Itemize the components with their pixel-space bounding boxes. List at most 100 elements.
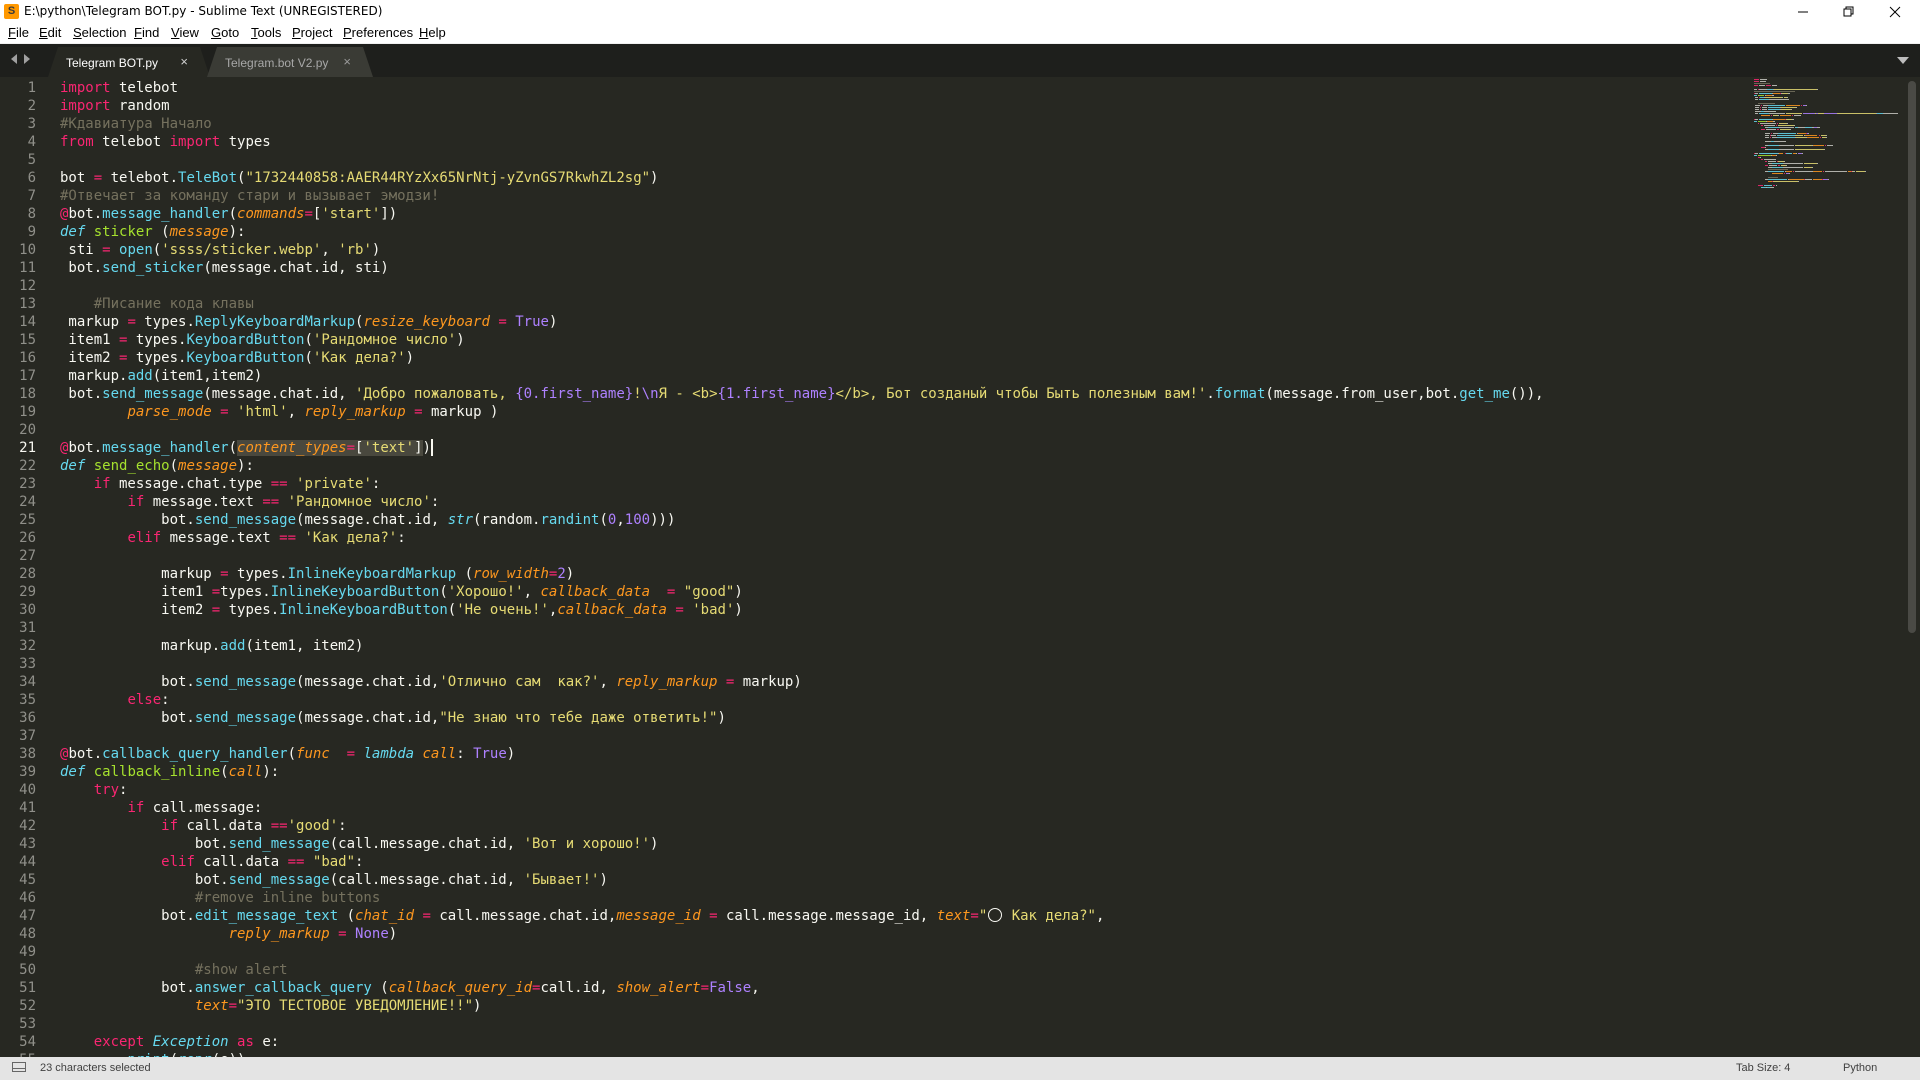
code-editor[interactable]: 1 2 3 4 5 6 7 8 9 10 11 12 13 14 15 16 17 18 19 20 21 22 23 24 2…: [0, 77, 1920, 1057]
code-line[interactable]: text="ЭТО ТЕСТОВОЕ УВЕДОМЛЕНИЕ!!"): [60, 997, 482, 1015]
restore-button[interactable]: [1826, 0, 1872, 23]
code-token: bot.: [60, 872, 229, 888]
code-area[interactable]: import telebot import random #Кдавиатура Н…: [60, 77, 1740, 1057]
menu-selection[interactable]: Selection: [73, 25, 126, 40]
line-number: 25: [19, 512, 36, 528]
code-line[interactable]: item2 = types.InlineKeyboardButton('Не о…: [60, 601, 743, 619]
code-line[interactable]: parse_mode = 'html', reply_markup = mark…: [60, 403, 498, 421]
syntax-indicator[interactable]: Python: [1843, 1062, 1877, 1074]
code-line[interactable]: bot.send_message(message.chat.id, 'Добро…: [60, 385, 1543, 403]
minimap-stroke: [1779, 145, 1795, 146]
code-line[interactable]: if message.text == 'Рандомное число':: [60, 493, 439, 511]
menu-tools[interactable]: Tools: [251, 25, 281, 40]
minimap-stroke: [1788, 93, 1790, 94]
line-number: 16: [19, 350, 36, 366]
text-cursor: [431, 439, 433, 456]
code-line[interactable]: else:: [60, 691, 169, 709]
code-token: reply_markup: [616, 674, 718, 690]
code-line[interactable]: import telebot: [60, 79, 178, 97]
code-token: types.: [220, 602, 280, 618]
code-token: telebot: [93, 134, 170, 150]
line-number: 37: [19, 728, 36, 744]
nav-back-arrow-icon[interactable]: [11, 54, 17, 64]
close-window-button[interactable]: [1872, 0, 1918, 23]
code-line[interactable]: def sticker (message):: [60, 223, 245, 241]
minimap-stroke: [1765, 85, 1772, 86]
minimap-stroke: [1763, 159, 1776, 160]
tab-size-indicator[interactable]: Tab Size: 4: [1736, 1062, 1790, 1074]
menu-find[interactable]: Find: [134, 25, 159, 40]
code-line[interactable]: item2 = types.KeyboardButton('Как дела?'…: [60, 349, 414, 367]
code-line[interactable]: from telebot import types: [60, 133, 271, 151]
minimap-stroke: [1779, 153, 1783, 154]
close-icon: [1889, 6, 1901, 17]
code-line[interactable]: try:: [60, 781, 128, 799]
panel-toggle-icon[interactable]: [12, 1062, 26, 1072]
menu-file[interactable]: File: [8, 25, 29, 40]
tab-telegram-bot-v2[interactable]: Telegram.bot V2.py ×: [207, 47, 373, 77]
menu-project[interactable]: Project: [292, 25, 332, 40]
code-token: ,: [616, 512, 625, 528]
code-line[interactable]: #Отвечает за команду стари и вызывает эм…: [60, 187, 439, 205]
code-token: resize_keyboard: [363, 314, 490, 330]
tab-close-icon[interactable]: ×: [343, 54, 351, 69]
minimap-stroke: [1760, 157, 1762, 158]
minimap-stroke: [1785, 171, 1792, 172]
code-line[interactable]: if call.data =='good':: [60, 817, 346, 835]
minimize-button[interactable]: [1780, 0, 1826, 23]
code-line[interactable]: reply_markup = None): [60, 925, 398, 943]
code-line[interactable]: markup = types.ReplyKeyboardMarkup(resiz…: [60, 313, 557, 331]
code-line[interactable]: bot.send_message(call.message.chat.id, '…: [60, 871, 608, 889]
code-line[interactable]: @bot.message_handler(commands=['start']): [60, 205, 397, 223]
code-line[interactable]: #remove inline buttons: [60, 889, 380, 907]
code-line[interactable]: #show alert: [60, 961, 288, 979]
tab-list-dropdown-icon[interactable]: [1897, 57, 1909, 64]
code-line[interactable]: #Кдавиатура Начало: [60, 115, 212, 133]
menu-help[interactable]: Help: [419, 25, 446, 40]
code-line[interactable]: @bot.callback_query_handler(func = lambd…: [60, 745, 515, 763]
code-line[interactable]: bot = telebot.TeleBot("1732440858:AAER44…: [60, 169, 658, 187]
code-line[interactable]: bot.send_sticker(message.chat.id, sti): [60, 259, 388, 277]
code-line[interactable]: except Exception as e:: [60, 1033, 279, 1051]
code-line[interactable]: import random: [60, 97, 170, 115]
menu-edit[interactable]: Edit: [39, 25, 61, 40]
tab-close-icon[interactable]: ×: [180, 54, 188, 69]
nav-forward-arrow-icon[interactable]: [24, 54, 30, 64]
minimap-stroke: [1813, 179, 1823, 180]
tab-telegram-bot[interactable]: Telegram BOT.py ×: [48, 47, 210, 77]
menu-view[interactable]: View: [171, 25, 199, 40]
code-line[interactable]: markup.add(item1, item2): [60, 637, 363, 655]
code-line[interactable]: sti = open('ssss/sticker.webp', 'rb'): [60, 241, 380, 259]
code-line[interactable]: bot.send_message(message.chat.id,"Не зна…: [60, 709, 726, 727]
code-line[interactable]: elif call.data == "bad":: [60, 853, 363, 871]
code-line[interactable]: markup = types.InlineKeyboardMarkup (row…: [60, 565, 574, 583]
code-line[interactable]: item1 = types.KeyboardButton('Рандомное …: [60, 331, 464, 349]
code-line[interactable]: elif message.text == 'Как дела?':: [60, 529, 405, 547]
code-line[interactable]: bot.send_message(message.chat.id, str(ra…: [60, 511, 675, 529]
code-line[interactable]: if call.message:: [60, 799, 262, 817]
code-line[interactable]: bot.answer_callback_query (callback_quer…: [60, 979, 760, 997]
minimap-stroke: [1776, 123, 1779, 124]
code-line[interactable]: @bot.message_handler(content_types=['tex…: [60, 439, 431, 457]
code-line[interactable]: bot.send_message(message.chat.id,'Отличн…: [60, 673, 802, 691]
code-line[interactable]: item1 =types.InlineKeyboardButton('Хорош…: [60, 583, 743, 601]
minimap-stroke: [1781, 107, 1797, 108]
code-line[interactable]: if message.chat.type == 'private':: [60, 475, 381, 493]
code-line[interactable]: def send_echo(message):: [60, 457, 254, 475]
minimap[interactable]: [1748, 77, 1898, 197]
code-token: call.data: [178, 818, 271, 834]
code-token: reply_markup: [228, 926, 330, 942]
menu-goto[interactable]: Goto: [211, 25, 239, 40]
code-line[interactable]: bot.send_message(call.message.chat.id, '…: [60, 835, 659, 853]
code-line[interactable]: def callback_inline(call):: [60, 763, 279, 781]
code-line[interactable]: markup.add(item1,item2): [60, 367, 262, 385]
line-number: 52: [19, 998, 36, 1014]
menu-preferences[interactable]: Preferences: [343, 25, 413, 40]
code-line[interactable]: #Писание кода клавы: [60, 295, 254, 313]
line-number: 20: [19, 422, 36, 438]
code-token: bot.: [60, 260, 103, 276]
scrollbar-thumb[interactable]: [1908, 81, 1916, 633]
code-line[interactable]: bot.edit_message_text (chat_id = call.me…: [60, 907, 1104, 925]
